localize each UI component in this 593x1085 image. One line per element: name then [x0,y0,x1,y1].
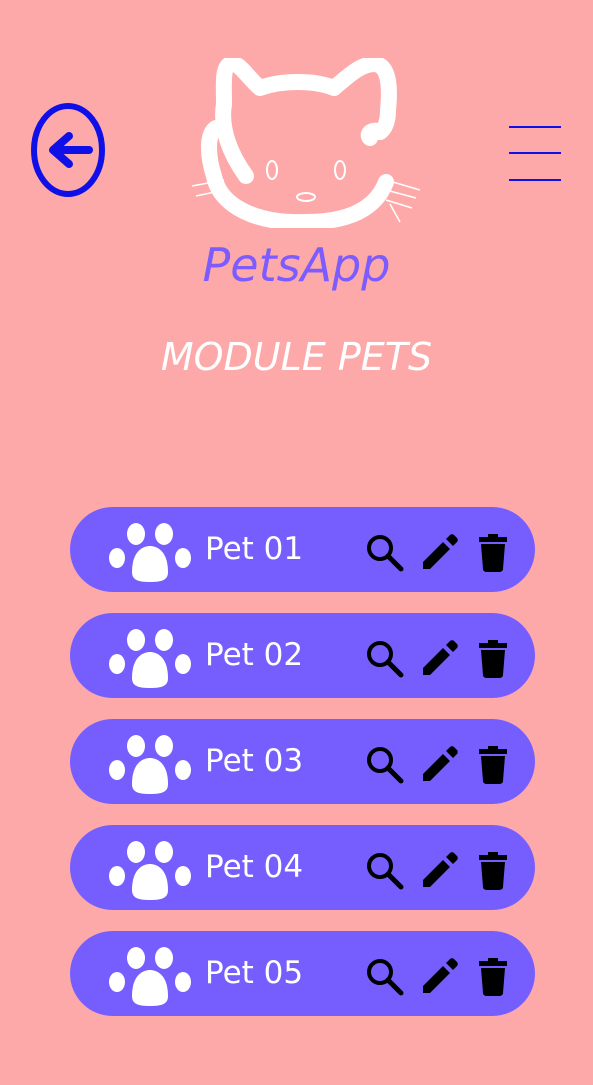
search-icon[interactable] [365,533,405,573]
pet-name: Pet 01 [205,531,304,567]
trash-icon[interactable] [473,639,513,679]
hamburger-menu-icon [509,126,561,181]
pet-list-item[interactable]: Pet 04 [70,825,535,910]
pet-list-item[interactable]: Pet 01 [70,507,535,592]
back-button[interactable] [31,102,105,198]
trash-icon[interactable] [473,533,513,573]
search-icon[interactable] [365,957,405,997]
pet-name: Pet 03 [205,743,304,779]
search-icon[interactable] [365,639,405,679]
menu-button[interactable] [508,120,562,186]
trash-icon[interactable] [473,745,513,785]
paw-icon [109,947,191,1006]
pet-name: Pet 04 [205,849,304,885]
pencil-icon[interactable] [419,533,459,573]
pencil-icon[interactable] [419,851,459,891]
trash-icon[interactable] [473,851,513,891]
app-logo [190,55,422,231]
pet-list-item[interactable]: Pet 02 [70,613,535,698]
page-title: MODULE PETS [160,335,433,379]
search-icon[interactable] [365,851,405,891]
pet-list: Pet 01 Pet 02 Pet 03 Pet 04 Pet 05 [70,507,535,1037]
app-name: PetsApp [202,238,391,292]
paw-icon [109,629,191,688]
pet-list-item[interactable]: Pet 05 [70,931,535,1016]
search-icon[interactable] [365,745,405,785]
paw-icon [109,735,191,794]
cat-face-icon [191,55,421,231]
trash-icon[interactable] [473,957,513,997]
pencil-icon[interactable] [419,639,459,679]
pet-list-item[interactable]: Pet 03 [70,719,535,804]
pet-name: Pet 05 [205,955,304,991]
pencil-icon[interactable] [419,745,459,785]
arrow-left-circle-icon [31,103,105,197]
pencil-icon[interactable] [419,957,459,997]
paw-icon [109,841,191,900]
pet-name: Pet 02 [205,637,304,673]
paw-icon [109,523,191,582]
